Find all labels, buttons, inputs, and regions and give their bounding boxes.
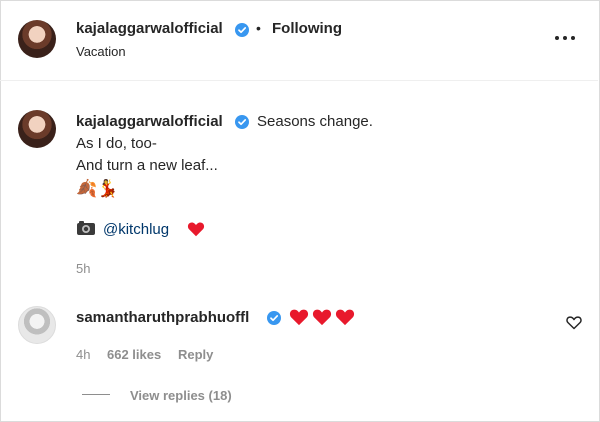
caption-line-1: Seasons change. (257, 113, 373, 130)
following-button[interactable]: Following (272, 20, 342, 37)
view-replies-button[interactable]: View replies (18) (130, 388, 232, 403)
separator-dot: • (256, 20, 261, 36)
caption-timestamp[interactable]: 5h (76, 261, 90, 276)
comment-avatar[interactable] (18, 306, 56, 344)
red-heart-icon (335, 309, 355, 326)
caption-avatar[interactable] (18, 110, 56, 148)
caption-username[interactable]: kajalaggarwalofficial (76, 113, 223, 130)
comment-username[interactable]: samantharuthprabhuoffl (76, 309, 249, 326)
avatar[interactable] (18, 20, 56, 58)
red-heart-icon (187, 222, 205, 237)
reply-button[interactable]: Reply (178, 347, 213, 362)
mention-link[interactable]: @kitchlug (103, 221, 169, 238)
caption-line-3: And turn a new leaf... (76, 157, 218, 174)
red-heart-icon (312, 309, 332, 326)
heart-outline-icon[interactable] (566, 315, 582, 330)
post-username[interactable]: kajalaggarwalofficial (76, 20, 223, 37)
comment-likes[interactable]: 662 likes (107, 347, 161, 362)
post-header: kajalaggarwalofficial • Following Vacati… (0, 0, 598, 81)
more-options-icon[interactable] (554, 28, 576, 48)
verified-badge-icon (235, 115, 249, 129)
red-heart-icon (289, 309, 309, 326)
replies-divider (82, 394, 110, 395)
camera-icon (76, 220, 96, 236)
caption-line-2: As I do, too- (76, 135, 157, 152)
location-link[interactable]: Vacation (76, 44, 126, 59)
verified-badge-icon (235, 23, 249, 37)
leaf-dancer-emoji: 🍂💃 (76, 179, 119, 198)
comment-timestamp[interactable]: 4h (76, 347, 90, 362)
verified-badge-icon (267, 311, 281, 325)
